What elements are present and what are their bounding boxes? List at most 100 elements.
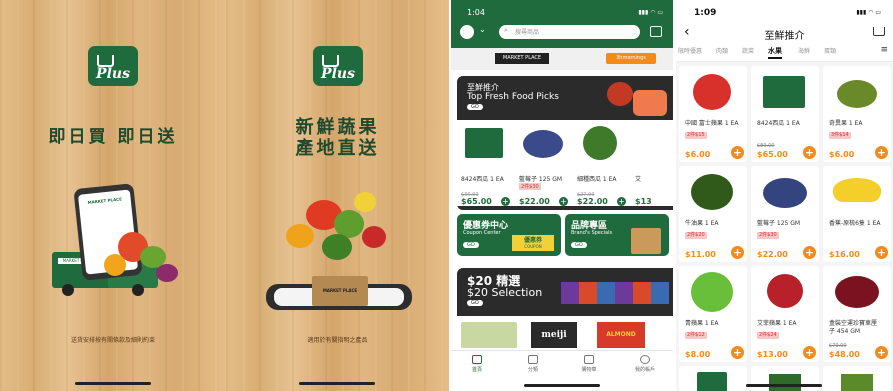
product-card[interactable]: 藍莓子 125 GM 2件$30 $22.00 + (751, 166, 819, 262)
add-to-cart-button[interactable]: + (617, 197, 626, 206)
product-card[interactable] (823, 366, 891, 391)
splash-slogan-line2: 產地直送 (295, 138, 380, 159)
product-price: $6.00 (829, 150, 855, 159)
search-input[interactable]: ⌕ 搜尋商品 (499, 25, 640, 39)
promo-tag: 2件$15 (685, 132, 707, 139)
splash-screen-same-day: Plus 即日買 即日送 MARKET PLACE MARKET PLACE 送… (0, 0, 226, 391)
product-name: 牛油果 1 EA (685, 220, 719, 227)
add-to-cart-button[interactable]: + (559, 197, 568, 206)
product-price: $11.00 (685, 250, 716, 259)
tab-cart[interactable]: 購物車 (567, 355, 611, 373)
product-price: $22.00 (757, 250, 788, 259)
add-to-cart-button[interactable]: + (731, 346, 744, 359)
tab-label: 首頁 (471, 367, 482, 373)
tab-egg[interactable]: 蛋類 (824, 46, 836, 55)
market-place-box: MARKET PLACE (312, 276, 368, 306)
fresh-go-button[interactable]: GO (467, 104, 483, 110)
add-to-cart-button[interactable]: + (875, 346, 888, 359)
splash-caption: 送貨安排按有關條款及細則約束 (70, 337, 155, 344)
add-to-cart-button[interactable]: + (803, 146, 816, 159)
tab-label: 分類 (527, 367, 538, 373)
product-card[interactable]: 中國 富士蘋果 1 EA 2件$15 $6.00 + (679, 66, 747, 162)
add-to-cart-button[interactable]: + (875, 246, 888, 259)
kiwi-image (837, 80, 877, 108)
tab-vegetable[interactable]: 蔬菜 (742, 46, 754, 55)
cherry-image (835, 276, 879, 308)
tab-label: 我的帳戶 (634, 367, 655, 373)
coupon-badge-zh: 優惠券 (523, 237, 542, 244)
product-image (461, 322, 517, 348)
product-old-price: $79.00 (829, 343, 847, 349)
promo-tag: 2件$12 (685, 332, 707, 339)
banana-image (833, 178, 881, 202)
home-indicator (746, 384, 822, 387)
product-price: $22.00 (519, 197, 550, 206)
tab-home[interactable]: 首頁 (455, 355, 499, 373)
store-tab-marketplace[interactable]: MARKET PLACE (495, 53, 549, 64)
product-card[interactable]: 8424西瓜 1 EA $39.00 $65.00 + (457, 120, 511, 206)
product-card[interactable]: 奇異果 1 EA 3件$14 $6.00 + (823, 66, 891, 162)
product-card[interactable]: 牛油果 1 EA 2件$20 $11.00 + (679, 166, 747, 262)
home-indicator (524, 384, 600, 387)
product-card[interactable]: 盒裝空運珍寶車厘 子 454 GM $79.00 $48.00 + (823, 266, 891, 362)
scan-icon[interactable] (650, 26, 662, 37)
product-name: 細種西瓜 1 EA (577, 176, 617, 183)
tab-limited-offer[interactable]: 限時優惠 (678, 46, 702, 55)
page-title: 至鮮推介 (764, 31, 805, 42)
snack-products-image (561, 282, 669, 304)
product-card[interactable]: 藍莓子 125 GM 2件$30 $22.00 + (515, 120, 569, 206)
status-bar: 1:04 ▮▮▮ ◠ ▭ (451, 8, 673, 18)
splash-slogan: 即日買 即日送 (48, 127, 178, 147)
signal-battery-icon: ▮▮▮ ◠ ▭ (856, 9, 881, 16)
product-card[interactable] (679, 366, 747, 391)
tab-label: 購物車 (581, 367, 597, 373)
blueberry-image (523, 130, 563, 158)
promo-tag: 3件$14 (829, 132, 851, 139)
product-card[interactable]: 香蕉-原梳6隻 1 EA $16.00 + (823, 166, 891, 262)
product-card[interactable]: 艾菲蘋果 1 EA 2件$24 $13.00 + (751, 266, 819, 362)
logo-text: Plus (321, 66, 355, 82)
splash-caption: 適用於有關指明之產品 (307, 337, 368, 344)
product-name: 艾 (635, 176, 642, 183)
cart-icon[interactable] (873, 27, 885, 36)
watermelon-box-image (763, 76, 805, 108)
add-to-cart-button[interactable]: + (731, 246, 744, 259)
product-card[interactable]: 細種西瓜 1 EA $27.00 $22.00 + (573, 120, 627, 206)
selection-go-button[interactable]: GO (467, 300, 483, 306)
add-to-cart-button[interactable]: + (803, 246, 816, 259)
tab-meat[interactable]: 肉類 (716, 46, 728, 55)
envy-apple-image (767, 274, 803, 308)
cart-icon (584, 355, 594, 364)
home-screen: 1:04 ▮▮▮ ◠ ▭ ⌄ ⌕ 搜尋商品 MARKET PLACE 3hmor… (451, 0, 673, 391)
tab-fruit-active[interactable]: 水果 (768, 46, 782, 59)
search-placeholder: 搜尋商品 (515, 29, 540, 36)
add-to-cart-button[interactable]: + (875, 146, 888, 159)
promo-tag: 2件$24 (757, 332, 779, 339)
product-name: 藍莓子 125 GM (519, 176, 563, 183)
status-time: 1:09 (694, 8, 717, 18)
menu-icon[interactable]: ≡ (880, 45, 888, 55)
tab-seafood[interactable]: 海鮮 (798, 46, 810, 55)
tab-account[interactable]: 我的帳戶 (623, 355, 667, 373)
product-card[interactable]: 8424西瓜 1 EA $89.00 $65.00 + (751, 66, 819, 162)
store-selector[interactable]: ⌄ (459, 24, 489, 40)
brand-specials-card[interactable]: 品牌專區 Brand's Specials GO (565, 214, 669, 256)
tab-category[interactable]: 分類 (511, 355, 555, 373)
product-name: 香蕉-原梳6隻 1 EA (829, 220, 881, 227)
product-card[interactable]: 艾 $13 (631, 120, 673, 206)
add-to-cart-button[interactable]: + (731, 146, 744, 159)
brand-go-button[interactable]: GO (571, 242, 587, 248)
product-price: $16.00 (829, 250, 860, 259)
product-card[interactable]: 青蘋果 1 EA 2件$12 $8.00 + (679, 266, 747, 362)
selection-products-row: meiji ALMOND (457, 316, 673, 354)
store-tab-mornings[interactable]: 3hmornings (606, 53, 656, 64)
product-price: $65.00 (461, 197, 492, 206)
product-card[interactable] (751, 366, 819, 391)
promo-tag: 2件$20 (685, 232, 707, 239)
coupon-center-card[interactable]: 優惠券中心 Coupon Center GO 優惠券 COUPON (457, 214, 561, 256)
add-to-cart-button[interactable]: + (803, 346, 816, 359)
phone-brand-label: MARKET PLACE (87, 196, 123, 205)
almond-product: ALMOND (597, 322, 645, 348)
coupon-go-button[interactable]: GO (463, 242, 479, 248)
add-to-cart-button[interactable]: + (501, 197, 510, 206)
